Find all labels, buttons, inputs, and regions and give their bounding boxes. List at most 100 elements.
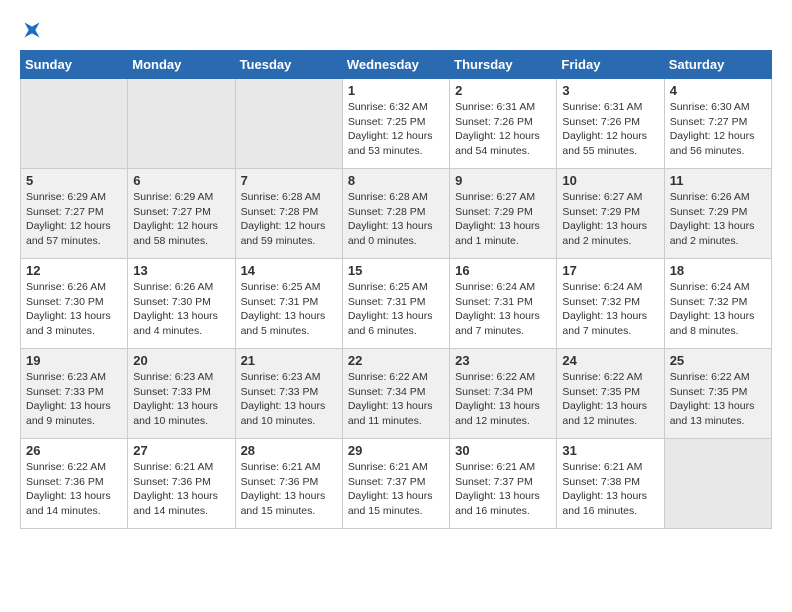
day-number: 8 bbox=[348, 173, 444, 188]
calendar-cell: 29 Sunrise: 6:21 AM Sunset: 7:37 PM Dayli… bbox=[342, 439, 449, 529]
day-number: 22 bbox=[348, 353, 444, 368]
calendar-cell: 16 Sunrise: 6:24 AM Sunset: 7:31 PM Dayli… bbox=[450, 259, 557, 349]
calendar-cell: 14 Sunrise: 6:25 AM Sunset: 7:31 PM Dayli… bbox=[235, 259, 342, 349]
day-number: 18 bbox=[670, 263, 766, 278]
calendar-cell: 31Sunrise: 6:21 AM Sunset: 7:38 PM Dayli… bbox=[557, 439, 664, 529]
day-number: 30 bbox=[455, 443, 551, 458]
day-number: 11 bbox=[670, 173, 766, 188]
calendar-cell bbox=[664, 439, 771, 529]
calendar-cell: 22 Sunrise: 6:22 AM Sunset: 7:34 PM Dayli… bbox=[342, 349, 449, 439]
day-info: Sunrise: 6:30 AM Sunset: 7:27 PM Dayligh… bbox=[670, 100, 766, 159]
day-info: Sunrise: 6:21 AM Sunset: 7:36 PM Dayligh… bbox=[241, 460, 337, 519]
calendar-cell: 12 Sunrise: 6:26 AM Sunset: 7:30 PM Dayli… bbox=[21, 259, 128, 349]
day-info: Sunrise: 6:22 AM Sunset: 7:34 PM Dayligh… bbox=[348, 370, 444, 429]
calendar-cell: 4 Sunrise: 6:30 AM Sunset: 7:27 PM Daylig… bbox=[664, 79, 771, 169]
calendar-week-3: 19 Sunrise: 6:23 AM Sunset: 7:33 PM Dayli… bbox=[21, 349, 772, 439]
calendar-cell bbox=[235, 79, 342, 169]
day-number: 10 bbox=[562, 173, 658, 188]
calendar-cell bbox=[128, 79, 235, 169]
day-number: 2 bbox=[455, 83, 551, 98]
calendar-cell: 6 Sunrise: 6:29 AM Sunset: 7:27 PM Daylig… bbox=[128, 169, 235, 259]
day-number: 1 bbox=[348, 83, 444, 98]
calendar-header: SundayMondayTuesdayWednesdayThursdayFrid… bbox=[21, 51, 772, 79]
header-sunday: Sunday bbox=[21, 51, 128, 79]
day-number: 19 bbox=[26, 353, 122, 368]
day-info: Sunrise: 6:27 AM Sunset: 7:29 PM Dayligh… bbox=[455, 190, 551, 249]
day-number: 7 bbox=[241, 173, 337, 188]
day-number: 5 bbox=[26, 173, 122, 188]
calendar-cell: 27Sunrise: 6:21 AM Sunset: 7:36 PM Dayli… bbox=[128, 439, 235, 529]
calendar-cell: 10Sunrise: 6:27 AM Sunset: 7:29 PM Dayli… bbox=[557, 169, 664, 259]
calendar-cell: 21 Sunrise: 6:23 AM Sunset: 7:33 PM Dayli… bbox=[235, 349, 342, 439]
day-number: 17 bbox=[562, 263, 658, 278]
day-info: Sunrise: 6:26 AM Sunset: 7:30 PM Dayligh… bbox=[133, 280, 229, 339]
day-number: 3 bbox=[562, 83, 658, 98]
day-number: 31 bbox=[562, 443, 658, 458]
day-info: Sunrise: 6:24 AM Sunset: 7:32 PM Dayligh… bbox=[562, 280, 658, 339]
day-number: 16 bbox=[455, 263, 551, 278]
header-monday: Monday bbox=[128, 51, 235, 79]
day-info: Sunrise: 6:22 AM Sunset: 7:35 PM Dayligh… bbox=[670, 370, 766, 429]
header-thursday: Thursday bbox=[450, 51, 557, 79]
calendar-cell: 24Sunrise: 6:22 AM Sunset: 7:35 PM Dayli… bbox=[557, 349, 664, 439]
day-info: Sunrise: 6:24 AM Sunset: 7:31 PM Dayligh… bbox=[455, 280, 551, 339]
calendar-cell: 25 Sunrise: 6:22 AM Sunset: 7:35 PM Dayli… bbox=[664, 349, 771, 439]
calendar-cell: 3 Sunrise: 6:31 AM Sunset: 7:26 PM Daylig… bbox=[557, 79, 664, 169]
calendar-cell: 23 Sunrise: 6:22 AM Sunset: 7:34 PM Dayli… bbox=[450, 349, 557, 439]
day-info: Sunrise: 6:21 AM Sunset: 7:37 PM Dayligh… bbox=[348, 460, 444, 519]
page-header bbox=[20, 20, 772, 40]
calendar-week-2: 12 Sunrise: 6:26 AM Sunset: 7:30 PM Dayli… bbox=[21, 259, 772, 349]
logo bbox=[20, 20, 42, 40]
day-number: 13 bbox=[133, 263, 229, 278]
logo-bird-icon bbox=[22, 20, 42, 40]
day-info: Sunrise: 6:23 AM Sunset: 7:33 PM Dayligh… bbox=[26, 370, 122, 429]
day-number: 4 bbox=[670, 83, 766, 98]
day-info: Sunrise: 6:32 AM Sunset: 7:25 PM Dayligh… bbox=[348, 100, 444, 159]
day-number: 20 bbox=[133, 353, 229, 368]
calendar-cell: 1 Sunrise: 6:32 AM Sunset: 7:25 PM Daylig… bbox=[342, 79, 449, 169]
day-number: 15 bbox=[348, 263, 444, 278]
day-number: 12 bbox=[26, 263, 122, 278]
day-info: Sunrise: 6:28 AM Sunset: 7:28 PM Dayligh… bbox=[241, 190, 337, 249]
calendar-cell: 30Sunrise: 6:21 AM Sunset: 7:37 PM Dayli… bbox=[450, 439, 557, 529]
calendar-week-4: 26Sunrise: 6:22 AM Sunset: 7:36 PM Dayli… bbox=[21, 439, 772, 529]
header-tuesday: Tuesday bbox=[235, 51, 342, 79]
calendar-cell: 17 Sunrise: 6:24 AM Sunset: 7:32 PM Dayli… bbox=[557, 259, 664, 349]
day-number: 14 bbox=[241, 263, 337, 278]
day-number: 21 bbox=[241, 353, 337, 368]
day-number: 27 bbox=[133, 443, 229, 458]
calendar-cell: 5 Sunrise: 6:29 AM Sunset: 7:27 PM Daylig… bbox=[21, 169, 128, 259]
calendar-cell: 15 Sunrise: 6:25 AM Sunset: 7:31 PM Dayli… bbox=[342, 259, 449, 349]
calendar-table: SundayMondayTuesdayWednesdayThursdayFrid… bbox=[20, 50, 772, 529]
day-number: 25 bbox=[670, 353, 766, 368]
calendar-week-1: 5 Sunrise: 6:29 AM Sunset: 7:27 PM Daylig… bbox=[21, 169, 772, 259]
day-info: Sunrise: 6:26 AM Sunset: 7:30 PM Dayligh… bbox=[26, 280, 122, 339]
day-info: Sunrise: 6:29 AM Sunset: 7:27 PM Dayligh… bbox=[26, 190, 122, 249]
day-info: Sunrise: 6:31 AM Sunset: 7:26 PM Dayligh… bbox=[455, 100, 551, 159]
calendar-cell bbox=[21, 79, 128, 169]
calendar-cell: 2 Sunrise: 6:31 AM Sunset: 7:26 PM Daylig… bbox=[450, 79, 557, 169]
day-number: 26 bbox=[26, 443, 122, 458]
calendar-week-0: 1 Sunrise: 6:32 AM Sunset: 7:25 PM Daylig… bbox=[21, 79, 772, 169]
day-info: Sunrise: 6:28 AM Sunset: 7:28 PM Dayligh… bbox=[348, 190, 444, 249]
day-info: Sunrise: 6:22 AM Sunset: 7:35 PM Dayligh… bbox=[562, 370, 658, 429]
day-info: Sunrise: 6:25 AM Sunset: 7:31 PM Dayligh… bbox=[241, 280, 337, 339]
calendar-cell: 19 Sunrise: 6:23 AM Sunset: 7:33 PM Dayli… bbox=[21, 349, 128, 439]
day-info: Sunrise: 6:31 AM Sunset: 7:26 PM Dayligh… bbox=[562, 100, 658, 159]
header-friday: Friday bbox=[557, 51, 664, 79]
calendar-cell: 26Sunrise: 6:22 AM Sunset: 7:36 PM Dayli… bbox=[21, 439, 128, 529]
calendar-cell: 11 Sunrise: 6:26 AM Sunset: 7:29 PM Dayli… bbox=[664, 169, 771, 259]
day-info: Sunrise: 6:24 AM Sunset: 7:32 PM Dayligh… bbox=[670, 280, 766, 339]
header-wednesday: Wednesday bbox=[342, 51, 449, 79]
day-info: Sunrise: 6:23 AM Sunset: 7:33 PM Dayligh… bbox=[241, 370, 337, 429]
calendar-cell: 13 Sunrise: 6:26 AM Sunset: 7:30 PM Dayli… bbox=[128, 259, 235, 349]
day-number: 23 bbox=[455, 353, 551, 368]
header-saturday: Saturday bbox=[664, 51, 771, 79]
day-info: Sunrise: 6:29 AM Sunset: 7:27 PM Dayligh… bbox=[133, 190, 229, 249]
day-number: 6 bbox=[133, 173, 229, 188]
day-info: Sunrise: 6:22 AM Sunset: 7:34 PM Dayligh… bbox=[455, 370, 551, 429]
day-info: Sunrise: 6:25 AM Sunset: 7:31 PM Dayligh… bbox=[348, 280, 444, 339]
day-info: Sunrise: 6:26 AM Sunset: 7:29 PM Dayligh… bbox=[670, 190, 766, 249]
day-number: 28 bbox=[241, 443, 337, 458]
day-number: 29 bbox=[348, 443, 444, 458]
